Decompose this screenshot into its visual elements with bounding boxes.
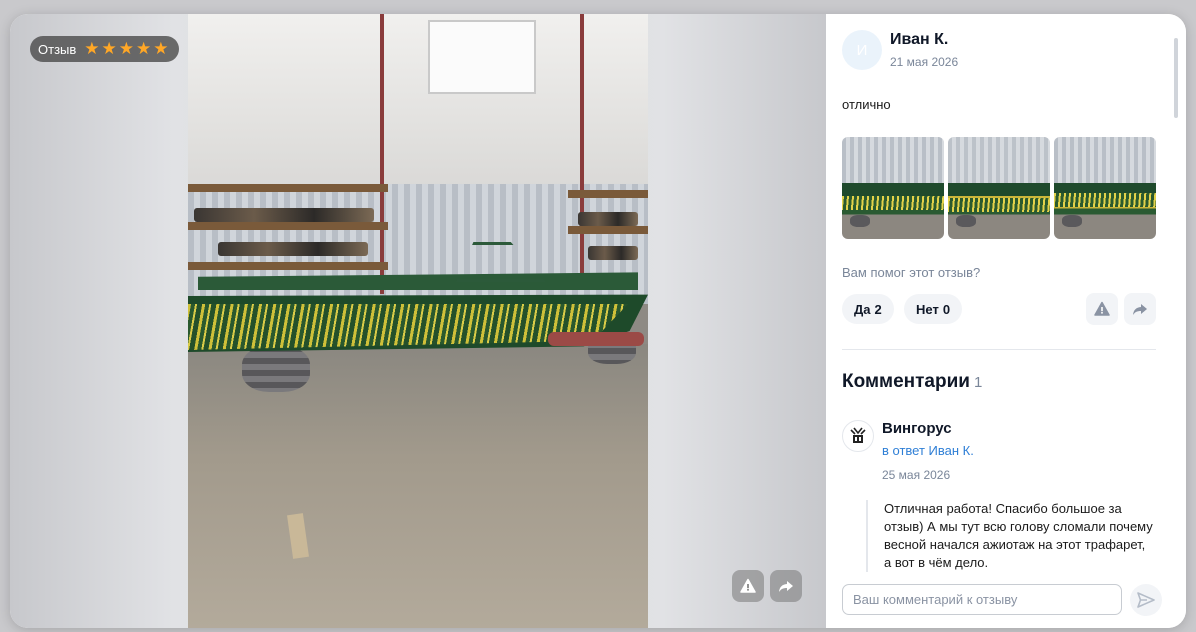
photo-thumbnail[interactable] bbox=[842, 137, 944, 239]
vote-yes-label: Да bbox=[854, 301, 871, 317]
vote-yes-button[interactable]: Да 2 bbox=[842, 294, 894, 324]
review-text: отлично bbox=[842, 97, 891, 112]
photo-thumbnail[interactable] bbox=[1054, 137, 1156, 239]
review-details-panel: И Иван К. 21 мая 2026 отлично Вам помог … bbox=[826, 14, 1186, 628]
brand-logo-icon bbox=[850, 427, 866, 443]
share-photo-button[interactable] bbox=[770, 570, 802, 602]
vote-no-count: 0 bbox=[942, 301, 951, 317]
review-modal: Отзыв ★ ★ ★ ★ ★ И Иван К. 2 1 мая 2026 от… bbox=[10, 14, 1186, 628]
report-photo-button[interactable] bbox=[732, 570, 764, 602]
star-icon: ★ bbox=[153, 38, 169, 59]
star-icon: ★ bbox=[118, 38, 135, 59]
comments-title-label: Комментарии bbox=[842, 371, 970, 392]
review-photo bbox=[188, 14, 648, 628]
comments-count: 1 bbox=[973, 374, 983, 391]
warning-icon bbox=[740, 578, 756, 593]
divider bbox=[842, 349, 1156, 350]
comment-reply-link[interactable]: в ответ Иван К. bbox=[882, 443, 974, 458]
vote-yes-count: 2 bbox=[874, 301, 882, 317]
scrollbar[interactable] bbox=[1174, 38, 1178, 118]
review-author: Иван К. bbox=[890, 31, 949, 48]
helpful-question: Вам помог этот отзыв? bbox=[842, 265, 981, 280]
star-icon: ★ bbox=[101, 38, 117, 59]
photo-thumbnail[interactable] bbox=[948, 137, 1050, 239]
comment-date: 25 мая 2026 bbox=[882, 468, 951, 482]
report-review-button[interactable] bbox=[1086, 293, 1118, 325]
comments-title: Комментарии 1 bbox=[842, 371, 982, 393]
star-rating: ★ ★ ★ ★ ★ bbox=[84, 38, 169, 59]
share-arrow-icon bbox=[1133, 304, 1147, 315]
share-arrow-icon bbox=[779, 581, 793, 592]
comment-author: Вингорус bbox=[882, 420, 952, 437]
send-comment-button[interactable] bbox=[1130, 584, 1162, 616]
commenter-avatar bbox=[842, 420, 874, 452]
comment-text: Отличная работа! Спасибо большое за отзы… bbox=[866, 500, 1156, 572]
warning-icon bbox=[1094, 301, 1110, 316]
avatar: И bbox=[842, 30, 882, 70]
comment-input[interactable] bbox=[842, 584, 1122, 615]
vote-no-label: Нет bbox=[916, 301, 939, 317]
badge-label: Отзыв bbox=[38, 41, 77, 57]
share-review-button[interactable] bbox=[1124, 293, 1156, 325]
send-icon bbox=[1137, 592, 1155, 608]
star-icon: ★ bbox=[84, 38, 100, 59]
media-viewer: Отзыв ★ ★ ★ ★ ★ bbox=[10, 14, 826, 628]
vote-no-button[interactable]: Нет 0 bbox=[904, 294, 963, 324]
star-icon: ★ bbox=[136, 38, 152, 59]
photo-thumbnails bbox=[842, 137, 1156, 239]
review-rating-badge: Отзыв ★ ★ ★ ★ ★ bbox=[30, 36, 179, 62]
review-date: 21 мая 2026 bbox=[890, 55, 959, 69]
